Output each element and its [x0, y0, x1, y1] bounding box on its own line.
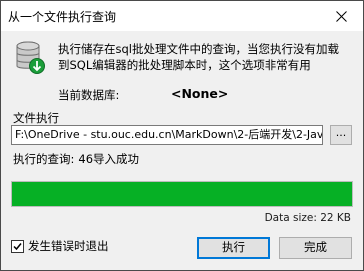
dialog-content: 执行储存在sql批处理文件中的查询，当您执行没有加载 到SQL编辑器的批处理脚本…	[1, 31, 363, 270]
title-bar: 从一个文件执行查询	[1, 1, 363, 31]
database-icon	[16, 41, 45, 74]
close-icon	[335, 10, 347, 22]
execute-button[interactable]: 执行	[197, 237, 270, 259]
execution-status: 执行的查询: 46导入成功	[13, 151, 139, 167]
window-title: 从一个文件执行查询	[8, 10, 117, 24]
description-line-1: 执行储存在sql批处理文件中的查询，当您执行没有加载	[58, 42, 339, 56]
description: 执行储存在sql批处理文件中的查询，当您执行没有加载 到SQL编辑器的批处理脚本…	[58, 41, 358, 73]
current-database-label: 当前数据库:	[58, 88, 120, 102]
close-button[interactable]	[319, 1, 363, 31]
done-button[interactable]: 完成	[279, 237, 352, 259]
browse-button[interactable]: ...	[330, 125, 352, 145]
description-line-2: 到SQL编辑器的批处理脚本时，这个选项非常有用	[58, 58, 311, 72]
data-size-label: Data size: 22 KB	[264, 212, 351, 224]
progress-bar	[11, 181, 353, 207]
stop-on-error-checkbox[interactable]	[11, 239, 24, 253]
status-message: 46导入成功	[78, 152, 140, 166]
file-path-input[interactable]: F:\OneDrive - stu.ouc.edu.cn\MarkDown\2-…	[11, 125, 323, 145]
stop-on-error-label: 发生错误时退出	[28, 239, 109, 253]
execute-sql-file-dialog: 从一个文件执行查询 执行储存在sql批处理文件中的查询，当您执行没有加载 到SQ…	[0, 0, 364, 271]
checkmark-icon	[13, 242, 22, 250]
current-database-value: <None>	[171, 86, 229, 101]
file-execute-label: 文件执行	[13, 111, 59, 125]
progress-fill	[12, 182, 352, 206]
stop-on-error-option[interactable]: 发生错误时退出	[11, 238, 109, 254]
status-prefix: 执行的查询:	[13, 152, 75, 166]
